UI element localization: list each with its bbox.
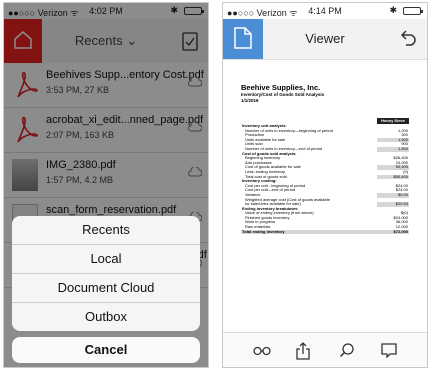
viewer-screen: ●●○○○ Verizon ᯤ 4:14 PM ✱ Viewer Beehive… (222, 2, 428, 368)
doc-date: 1/1/2016 (241, 98, 259, 103)
column-header: Honey Sieve (377, 118, 409, 124)
back-button[interactable] (400, 29, 417, 52)
share-icon (296, 342, 310, 360)
row-label: Total ending inventory (241, 229, 377, 235)
document-button[interactable] (223, 19, 263, 59)
battery-icon (403, 7, 423, 15)
table-row: Total ending inventory $72,000 (241, 229, 409, 235)
sheet-option-outbox[interactable]: Outbox (12, 303, 200, 331)
bluetooth-icon: ✱ (389, 5, 397, 15)
recents-screen: ●●○○○ Verizon ᯤ 4:02 PM ✱ Recents ⌄ Beeh… (3, 2, 209, 368)
search-button[interactable] (339, 342, 355, 358)
sheet-option-local[interactable]: Local (12, 245, 200, 274)
doc-subtitle: Inventory/Cost of Goods Sold Analysis (241, 92, 325, 97)
cancel-button[interactable]: Cancel (12, 337, 200, 363)
undo-icon (400, 30, 416, 46)
sheet-option-document-cloud[interactable]: Document Cloud (12, 274, 200, 303)
document-icon (234, 27, 252, 49)
search-icon (339, 343, 354, 358)
row-value: $72,000 (377, 229, 409, 235)
status-bar: ●●○○○ Verizon ᯤ 4:14 PM ✱ (223, 3, 427, 19)
doc-company: Beehive Supplies, Inc. (241, 83, 321, 92)
inventory-table: Honey Sieve Inventory unit analysis: Numb… (241, 118, 409, 235)
nav-bar: Viewer (223, 19, 427, 60)
share-button[interactable] (295, 342, 311, 360)
comment-icon (381, 343, 397, 359)
bottom-toolbar (223, 332, 427, 367)
reading-mode-button[interactable] (253, 342, 271, 358)
glasses-icon (253, 346, 271, 356)
document-page[interactable]: Beehive Supplies, Inc. Inventory/Cost of… (229, 63, 421, 331)
location-action-sheet: Recents Local Document Cloud Outbox (12, 216, 200, 331)
sheet-option-recents[interactable]: Recents (12, 216, 200, 245)
comment-button[interactable] (381, 342, 397, 359)
page-title: Viewer (305, 31, 345, 46)
